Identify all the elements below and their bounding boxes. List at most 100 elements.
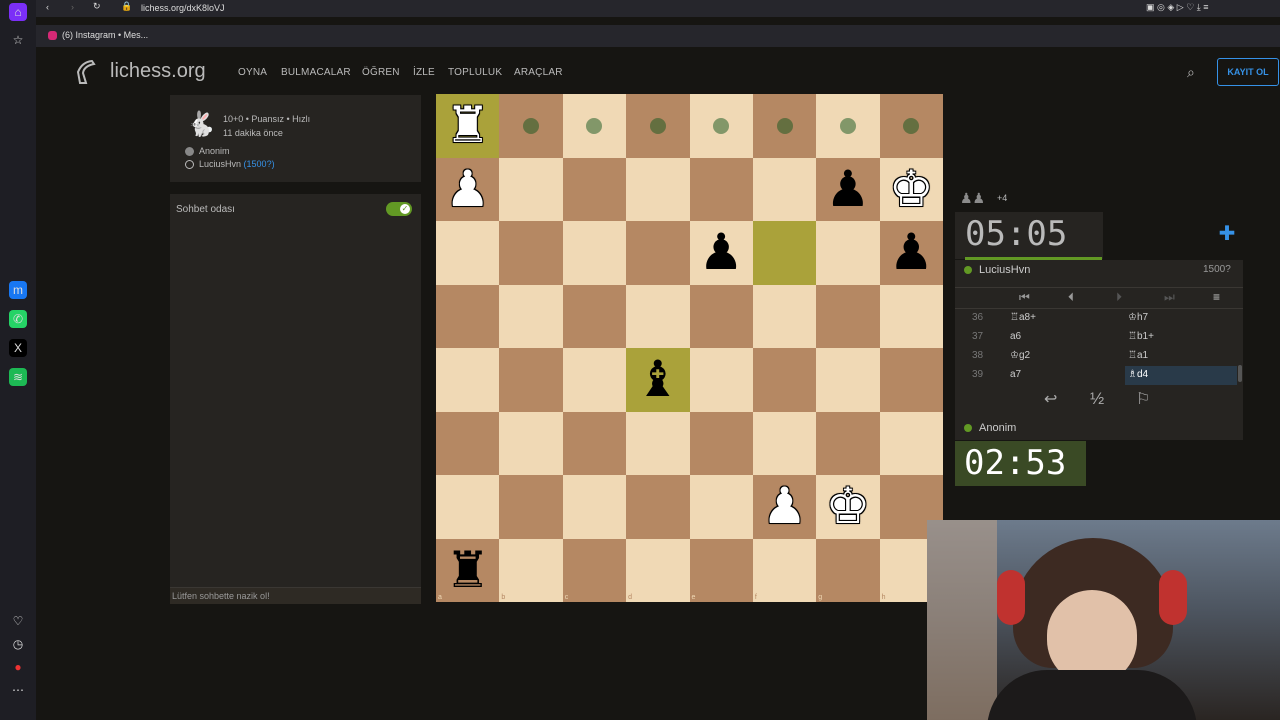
square-a4[interactable] [436, 348, 500, 412]
square-e3[interactable] [689, 411, 753, 475]
next-move-icon[interactable]: ⏵ [1116, 290, 1122, 305]
piece-white-g2[interactable]: ♚ [816, 475, 879, 539]
player-anonim[interactable]: Anonim [199, 146, 230, 156]
takeback-icon[interactable]: ↩ [1044, 389, 1057, 409]
square-h5[interactable] [879, 284, 944, 348]
piece-white-h7[interactable]: ♚ [880, 158, 943, 222]
add-time-icon[interactable]: ✚ [1217, 224, 1237, 244]
move-dot-f8[interactable] [776, 117, 793, 134]
signup-button[interactable]: KAYIT OL [1217, 58, 1279, 86]
square-e1[interactable] [689, 538, 753, 602]
square-g6[interactable] [816, 221, 880, 285]
square-e4[interactable] [689, 348, 753, 412]
move-white[interactable]: ♔g2 [1010, 350, 1030, 361]
nav-play[interactable]: OYNA [238, 67, 267, 78]
move-dot-b8[interactable] [523, 117, 540, 134]
square-g4[interactable] [816, 348, 880, 412]
piece-black-a1[interactable]: ♜ [436, 539, 499, 603]
search-icon[interactable]: ⌕ [1187, 64, 1195, 81]
square-f1[interactable] [752, 538, 817, 602]
square-a2[interactable] [436, 475, 500, 539]
square-e2[interactable] [689, 475, 753, 539]
move-black[interactable]: ♗d4 [1125, 366, 1237, 385]
bottom-player-name[interactable]: Anonim [979, 422, 1016, 434]
nav-watch[interactable]: İZLE [413, 67, 435, 78]
spotify-icon[interactable]: ≋ [9, 368, 27, 386]
square-b3[interactable] [499, 411, 563, 475]
move-dot-h8[interactable] [903, 117, 920, 134]
forward-icon[interactable]: › [71, 2, 74, 12]
square-b6[interactable] [499, 221, 563, 285]
square-d7[interactable] [626, 157, 690, 221]
messenger-icon[interactable]: m [9, 281, 27, 299]
top-player-name[interactable]: LuciusHvn [979, 264, 1030, 276]
site-logo[interactable]: lichess.org [110, 60, 206, 83]
piece-black-e6[interactable]: ♟ [690, 221, 753, 285]
more-icon[interactable]: ⋯ [9, 681, 27, 699]
url-field[interactable]: lichess.org/dxK8loVJ [141, 3, 225, 13]
square-c5[interactable] [562, 284, 627, 348]
toolbar-icons[interactable]: ▣ ◎ ◈ ▷ ♡ ⤓ ≡ [1146, 2, 1209, 13]
nav-learn[interactable]: ÖĞREN [362, 67, 400, 78]
move-dot-g8[interactable] [839, 117, 856, 134]
square-e7[interactable] [689, 157, 753, 221]
move-black[interactable]: ♖b1+ [1128, 331, 1154, 342]
square-d3[interactable] [626, 411, 690, 475]
square-c6[interactable] [562, 221, 627, 285]
square-a3[interactable] [436, 411, 500, 475]
nav-puzzles[interactable]: BULMACALAR [281, 67, 351, 78]
menu-icon[interactable]: ≡ [1213, 290, 1220, 304]
knight-logo-icon[interactable] [72, 58, 100, 86]
square-g5[interactable] [816, 284, 880, 348]
square-f3[interactable] [752, 411, 817, 475]
last-move-icon[interactable]: ⏭ [1164, 290, 1175, 305]
move-black[interactable]: ♖a1 [1128, 350, 1148, 361]
chess-board[interactable]: ♜ ♟ ♟ ♚ ♟ ♟ ♝ ♟ ♚ ♜ 8 7 6 5 4 3 2 a b c d e f g h [436, 94, 944, 603]
nav-community[interactable]: TOPLULUK [448, 67, 502, 78]
square-f7[interactable] [752, 157, 817, 221]
square-d5[interactable] [626, 284, 690, 348]
first-move-icon[interactable]: ⏮ [1019, 290, 1030, 305]
piece-black-d4[interactable]: ♝ [626, 348, 689, 412]
whatsapp-icon[interactable]: ✆ [9, 310, 27, 328]
draw-offer-button[interactable]: ½ [1090, 389, 1104, 409]
move-dot-d8[interactable] [649, 117, 666, 134]
square-b7[interactable] [499, 157, 563, 221]
star-icon[interactable]: ☆ [9, 31, 27, 49]
moves-scrollbar[interactable] [1238, 365, 1242, 382]
square-f4[interactable] [752, 348, 817, 412]
square-c7[interactable] [562, 157, 627, 221]
bookmark-instagram[interactable]: (6) Instagram • Mes... [62, 30, 148, 40]
x-icon[interactable]: X [9, 339, 27, 357]
history-icon[interactable]: ◷ [9, 635, 27, 653]
piece-white-f2[interactable]: ♟ [753, 475, 816, 539]
square-d6[interactable] [626, 221, 690, 285]
record-icon[interactable]: ● [9, 658, 27, 676]
square-b1[interactable] [499, 538, 563, 602]
square-h4[interactable] [879, 348, 944, 412]
square-c1[interactable] [562, 538, 627, 602]
chat-toggle[interactable]: ✓ [386, 202, 412, 216]
square-c3[interactable] [562, 411, 627, 475]
move-dot-e8[interactable] [713, 117, 730, 134]
nav-tools[interactable]: ARAÇLAR [514, 67, 563, 78]
square-g1[interactable] [816, 538, 880, 602]
piece-black-g7[interactable]: ♟ [816, 158, 879, 222]
player-lucius[interactable]: LuciusHvn (1500?) [199, 159, 275, 169]
square-c2[interactable] [562, 475, 627, 539]
square-d1[interactable] [626, 538, 690, 602]
square-b2[interactable] [499, 475, 563, 539]
home-icon[interactable]: ⌂ [9, 3, 27, 21]
back-icon[interactable]: ‹ [46, 2, 49, 12]
move-black[interactable]: ♔h7 [1128, 312, 1148, 323]
square-f5[interactable] [752, 284, 817, 348]
square-g3[interactable] [816, 411, 880, 475]
square-d2[interactable] [626, 475, 690, 539]
square-b5[interactable] [499, 284, 563, 348]
square-c4[interactable] [562, 348, 627, 412]
prev-move-icon[interactable]: ⏴ [1068, 290, 1074, 305]
reload-icon[interactable]: ↻ [93, 1, 101, 12]
square-a5[interactable] [436, 284, 500, 348]
square-e5[interactable] [689, 284, 753, 348]
move-white[interactable]: a7 [1010, 369, 1021, 380]
